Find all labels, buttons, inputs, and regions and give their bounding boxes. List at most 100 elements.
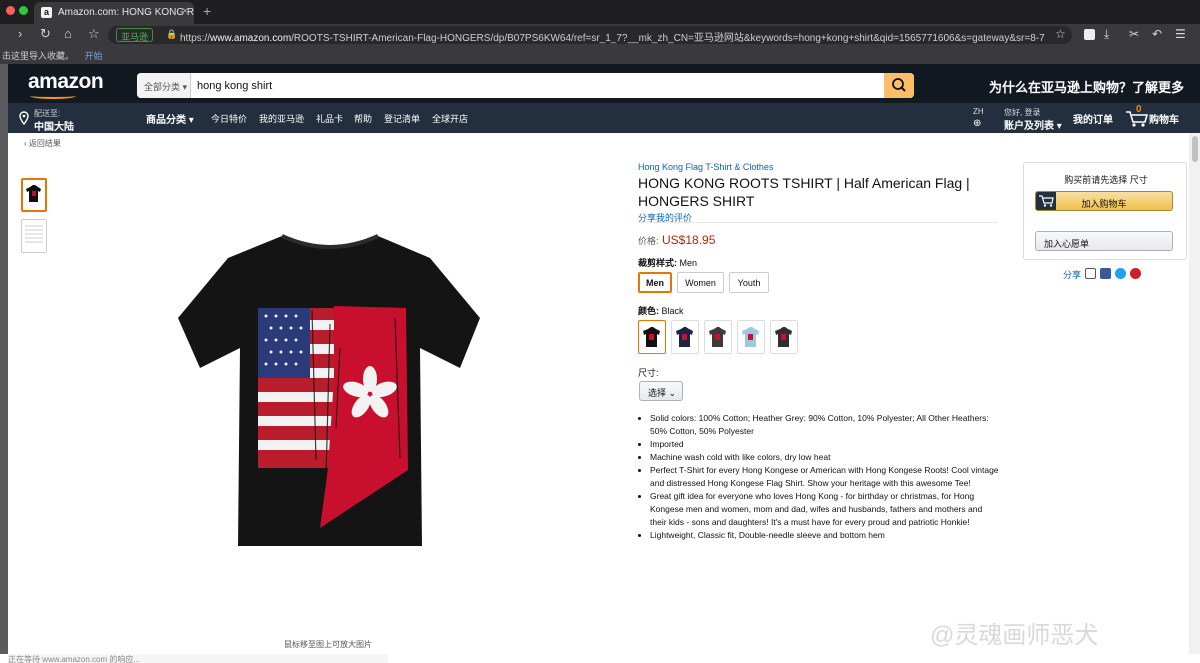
nav-registry[interactable]: 登记清单 (384, 112, 420, 125)
cart-count: 0 (1136, 104, 1142, 115)
url-field[interactable]: 亚马逊 🔒 https://www.amazon.com/ROOTS-TSHIR… (108, 26, 1072, 44)
extension-icon[interactable] (1084, 29, 1095, 40)
nav-gift-cards[interactable]: 礼品卡 (316, 112, 343, 125)
search-category-label: 全部分类 (144, 82, 181, 92)
bookmarks-hint: 击这里导入收藏。 (2, 51, 75, 61)
add-to-wishlist-button[interactable]: 加入心愿单 (1035, 231, 1173, 251)
menu-icon[interactable]: ☰ (1175, 27, 1186, 41)
size-select[interactable]: 选择 ⌄ (639, 381, 683, 401)
color-swatch-light-blue[interactable] (737, 320, 765, 354)
account-lists[interactable]: 账户及列表 ▾ (1004, 117, 1062, 132)
new-tab-icon[interactable]: + (203, 3, 211, 19)
nav-my-amazon[interactable]: 我的亚马逊 (259, 112, 304, 125)
feature-bullet: Great gift idea for everyone who loves H… (650, 490, 1000, 529)
nav-help[interactable]: 帮助 (354, 112, 372, 125)
address-bar-row: › ↻ ⌂ ☆ 亚马逊 🔒 https://www.amazon.com/ROO… (0, 24, 1200, 46)
add-to-cart-label: 加入购物车 (1081, 199, 1127, 209)
nav-deals[interactable]: 今日特价 (211, 112, 247, 125)
bookmarks-start-link[interactable]: 开始 (85, 51, 103, 61)
search-bar: 全部分类 ▾ (137, 73, 914, 98)
close-window-dot[interactable] (6, 6, 15, 15)
zoom-hint: 鼠标移至图上可放大图片 (284, 640, 372, 649)
twitter-share-icon[interactable] (1115, 268, 1126, 279)
download-icon[interactable]: ⤓ (1104, 27, 1109, 42)
fit-men-button[interactable]: Men (638, 272, 672, 293)
search-button[interactable] (884, 73, 914, 98)
feature-bullet: Machine wash cold with like colors, dry … (650, 451, 1000, 464)
reload-icon[interactable]: ↻ (40, 26, 51, 42)
scrollbar-thumb[interactable] (1192, 136, 1198, 162)
color-value: Black (661, 306, 684, 316)
thumbnail-shirt[interactable] (21, 178, 47, 212)
buy-box: 购买前请先选择 尺寸 加入购物车 加入心愿单 (1023, 162, 1187, 260)
browser-tab[interactable]: a Amazon.com: HONG KONG RO × (34, 2, 194, 24)
nav-global-selling[interactable]: 全球开店 (432, 112, 468, 125)
amazon-logo[interactable]: amazon (28, 70, 104, 94)
color-swatch-dark-grey[interactable] (770, 320, 798, 354)
back-to-results-link[interactable]: ‹ 返回结果 (24, 138, 61, 149)
pinterest-share-icon[interactable] (1130, 268, 1141, 279)
url-host: www.amazon.com (210, 33, 292, 44)
tshirt-charcoal-icon (709, 327, 726, 347)
undo-icon[interactable]: ↶ (1152, 27, 1162, 41)
color-swatch-charcoal[interactable] (704, 320, 732, 354)
url-path: /ROOTS-TSHIRT-American-Flag-HONGERS/dp/B… (291, 33, 1045, 44)
feature-bullet: Lightweight, Classic fit, Double-needle … (650, 529, 1000, 542)
tab-close-icon[interactable]: × (182, 6, 188, 17)
add-to-cart-button[interactable]: 加入购物车 (1035, 191, 1173, 211)
forward-icon[interactable]: › (18, 26, 22, 41)
location-pin-icon (19, 111, 29, 125)
color-label: 颜色: (638, 306, 659, 316)
price: US$18.95 (662, 233, 716, 247)
zoom-window-dot[interactable] (19, 6, 28, 15)
fit-value: Men (679, 258, 698, 268)
divider (638, 222, 998, 223)
tshirt-black-icon (643, 327, 660, 347)
amazon-favicon-icon: a (41, 7, 52, 18)
home-icon[interactable]: ⌂ (64, 26, 72, 41)
orders-link[interactable]: 我的订单 (1073, 111, 1113, 126)
tshirt-navy-icon (676, 327, 693, 347)
product-title: HONG KONG ROOTS TSHIRT | Half American F… (638, 175, 970, 209)
feature-bullet: Imported (650, 438, 1000, 451)
fit-youth-button[interactable]: Youth (729, 272, 769, 293)
url-scheme: https:// (180, 33, 211, 44)
cart-button-icon (1036, 192, 1056, 210)
amazon-top-bar: amazon 全部分类 ▾ 为什么在亚马逊上购物？了解更多 (8, 64, 1200, 103)
feature-bullet: Solid colors: 100% Cotton; Heather Grey:… (650, 412, 1000, 438)
promo-link[interactable]: 为什么在亚马逊上购物？了解更多 (989, 77, 1184, 96)
thumbnail-size-chart[interactable] (21, 219, 47, 253)
fit-label: 裁剪样式: (638, 258, 677, 268)
globe-icon[interactable]: ⊕ (973, 118, 981, 129)
watermark: @灵魂画师恶犬 (930, 622, 1099, 649)
nav-categories[interactable]: 商品分类 ▾ (146, 111, 194, 126)
size-chart-thumbnail-icon (25, 225, 43, 243)
lock-icon: 🔒 (166, 29, 178, 39)
site-badge: 亚马逊 (116, 28, 154, 42)
price-label: 价格: (638, 236, 659, 246)
select-size-hint: 购买前请先选择 尺寸 (1064, 175, 1148, 185)
browser-status-bar: 正在等待 www.amazon.com 的响应... (8, 654, 388, 663)
tshirt-light-blue-icon (742, 327, 759, 347)
favorite-star-icon[interactable]: ☆ (1055, 27, 1066, 41)
deliver-country: 中国大陆 (34, 122, 74, 133)
fit-women-button[interactable]: Women (677, 272, 724, 293)
brand-link[interactable]: Hong Kong Flag T-Shirt & Clothes (638, 162, 773, 172)
page-scrollbar[interactable] (1189, 133, 1200, 654)
cart-label[interactable]: 购物车 (1149, 111, 1179, 126)
size-label: 尺寸: (638, 368, 659, 378)
left-dock (0, 64, 8, 654)
email-share-icon[interactable] (1085, 268, 1096, 279)
color-swatch-navy[interactable] (671, 320, 699, 354)
product-main-image[interactable] (170, 228, 490, 553)
search-category-dropdown[interactable]: 全部分类 ▾ (137, 73, 191, 98)
feature-bullets: Solid colors: 100% Cotton; Heather Grey:… (650, 412, 1000, 542)
search-input[interactable] (193, 73, 873, 98)
tab-title: Amazon.com: HONG KONG RO (58, 7, 194, 18)
facebook-share-icon[interactable] (1100, 268, 1111, 279)
language-code[interactable]: ZH (973, 107, 984, 116)
color-swatch-black[interactable] (638, 320, 666, 354)
bookmark-star-icon[interactable]: ☆ (88, 26, 100, 42)
scissors-icon[interactable]: ✂ (1129, 27, 1139, 41)
feature-bullet: Perfect T-Shirt for every Hong Kongese o… (650, 464, 1000, 490)
